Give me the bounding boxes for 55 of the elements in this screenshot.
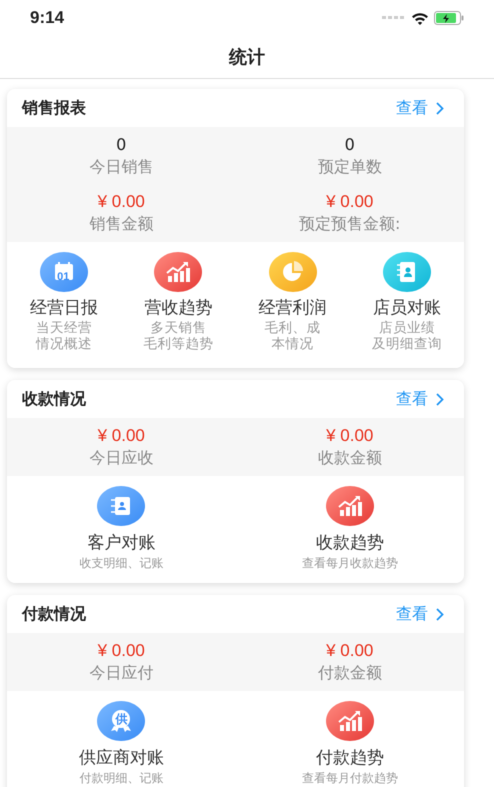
feature-label[interactable]: 收款趋势	[316, 530, 384, 556]
battery-icon	[434, 11, 464, 25]
pie-chart-icon	[268, 252, 317, 292]
feature-description: 情况概述	[36, 336, 92, 352]
wifi-icon	[411, 12, 429, 24]
feature-label[interactable]: 营收趋势	[144, 296, 212, 320]
feature-description: 及明细查询	[372, 336, 442, 352]
address-book-icon	[97, 486, 146, 526]
feature-description: 查看每月付款趋势	[302, 771, 398, 786]
amount-value: ¥ 0.00	[98, 191, 145, 213]
ribbon-badge-icon: 供	[97, 701, 146, 741]
stat-label: 付款金额	[318, 662, 382, 684]
page-title: 统计	[229, 46, 265, 69]
chevron-icon	[436, 102, 444, 114]
section-title: 收款情况	[22, 388, 86, 410]
chevron-icon	[436, 392, 444, 406]
feature-label[interactable]: 经营利润	[258, 296, 327, 320]
feature-description: 毛利、成	[264, 320, 321, 336]
section-title: 销售报表	[22, 98, 86, 118]
stat-label: 今日应付	[89, 662, 154, 684]
bar-chart-icon	[326, 701, 374, 741]
amount-value: ¥ 0.00	[98, 425, 145, 447]
feature-label[interactable]: 客户对账	[87, 530, 156, 556]
amount-value: ¥ 0.00	[98, 640, 145, 662]
amount-value: ¥ 0.00	[326, 425, 374, 447]
feature-description: 收支明细、记账	[79, 556, 164, 571]
section-title: 付款情况	[22, 604, 86, 624]
stat-label: 今日应收	[89, 447, 154, 469]
count-value: 0	[116, 134, 126, 156]
bar-chart-icon	[326, 486, 374, 526]
feature-description: 多天销售	[150, 320, 206, 336]
feature-description: 店员业绩	[378, 320, 435, 336]
feature-description: 付款明细、记账	[79, 771, 164, 786]
stat-label: 收款金额	[318, 447, 382, 469]
amount-value: ¥ 0.00	[326, 191, 374, 213]
chevron-icon	[436, 608, 444, 620]
feature-label[interactable]: 付款趋势	[316, 745, 384, 771]
feature-description: 当天经营	[36, 320, 92, 336]
signal-icon	[382, 16, 406, 20]
feature-description: 查看每月收款趋势	[302, 556, 398, 571]
contact-book-icon	[382, 252, 431, 292]
feature-description: 毛利等趋势	[143, 336, 214, 352]
count-value: 0	[344, 134, 355, 156]
feature-label[interactable]: 店员对账	[372, 296, 441, 320]
stat-label: 预定单数	[318, 156, 382, 178]
feature-label[interactable]: 经营日报	[30, 296, 98, 320]
feature-description: 本情况	[272, 336, 314, 352]
stat-label: 预定预售金额:	[299, 213, 400, 235]
stat-label: 销售金额	[89, 213, 154, 235]
feature-label[interactable]: 供应商对账	[78, 745, 164, 771]
status-time: 9:14	[30, 8, 64, 28]
bar-chart-icon	[154, 252, 202, 292]
stat-label: 今日销售	[89, 156, 154, 178]
amount-value: ¥ 0.00	[326, 640, 374, 662]
calendar-icon: 01	[40, 252, 88, 292]
